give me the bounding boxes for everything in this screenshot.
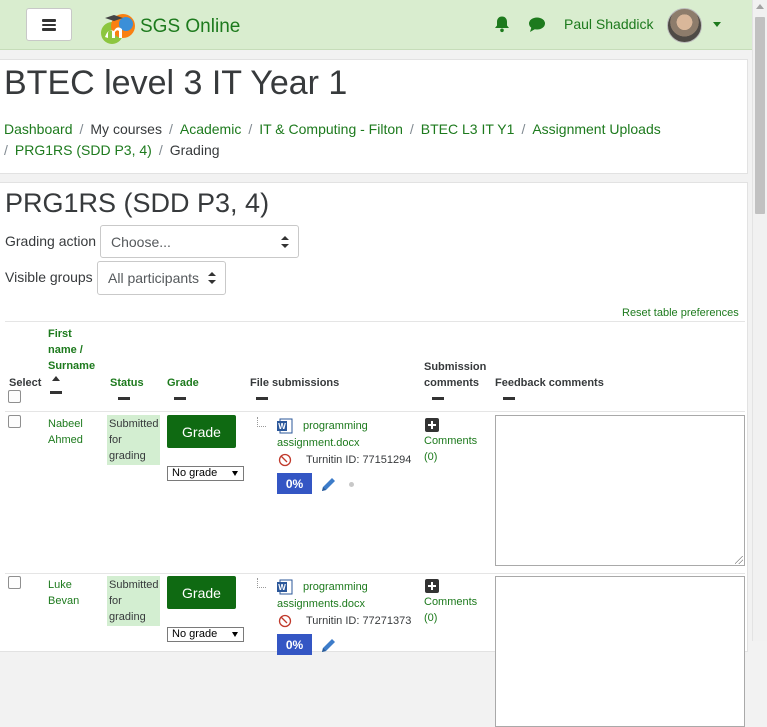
grade-select-value: No grade [172, 628, 218, 640]
status-header[interactable]: Status [110, 375, 144, 391]
student-last-name-link[interactable]: Ahmed [48, 432, 83, 448]
turnitin-icon [278, 453, 292, 467]
tree-connector [257, 417, 266, 427]
chat-icon[interactable] [528, 16, 546, 33]
status-badge: Submitted for grading [107, 415, 160, 465]
feedback-comments-header: Feedback comments [495, 377, 604, 389]
breadcrumb-it-computing[interactable]: IT & Computing - Filton [259, 121, 403, 137]
moodle-logo-icon[interactable] [100, 13, 136, 45]
file-submission-link[interactable]: programming assignment.docx [277, 418, 397, 452]
file-submission-link[interactable]: programming assignments.docx [277, 579, 397, 613]
page-title: PRG1RS (SDD P3, 4) [5, 188, 270, 218]
comments-link[interactable]: Comments (0) [424, 433, 484, 465]
similarity-score-button[interactable]: 0% [277, 634, 312, 655]
visible-groups-label: Visible groups [5, 269, 93, 285]
user-name[interactable]: Paul Shaddick [564, 16, 654, 32]
select-header: Select [9, 377, 42, 389]
select-arrows-icon [208, 272, 216, 284]
grade-select[interactable]: No grade [167, 466, 244, 481]
course-header: BTEC level 3 IT Year 1 Dashboard / My cour… [0, 59, 748, 174]
collapse-column-icon[interactable] [432, 397, 444, 400]
breadcrumb-dashboard[interactable]: Dashboard [4, 121, 73, 137]
bell-icon[interactable] [493, 15, 511, 33]
avatar[interactable] [667, 8, 702, 43]
visible-groups-select[interactable]: All participants [97, 261, 226, 295]
status-badge: Submitted for grading [107, 576, 160, 626]
collapse-column-icon[interactable] [50, 391, 62, 394]
tree-connector [257, 578, 266, 588]
grade-button[interactable]: Grade [167, 576, 236, 609]
feedback-comments-textarea[interactable] [495, 415, 745, 566]
pencil-icon[interactable] [320, 636, 338, 654]
grade-header[interactable]: Grade [167, 375, 199, 391]
visible-groups-value: All participants [108, 270, 200, 286]
breadcrumb-grading: Grading [169, 142, 220, 158]
dropdown-arrow-icon [232, 471, 238, 476]
grading-action-label: Grading action [5, 233, 97, 249]
status-dot-icon [349, 482, 354, 487]
turnitin-id: Turnitin ID: 77271373 [306, 615, 412, 627]
student-first-name-link[interactable]: Luke [48, 577, 72, 593]
menu-toggle-button[interactable] [26, 8, 72, 41]
scroll-up-arrow-icon[interactable] [756, 4, 764, 9]
add-comment-icon[interactable] [425, 579, 439, 593]
select-arrows-icon [281, 235, 289, 248]
grade-select[interactable]: No grade [167, 627, 244, 642]
hamburger-icon [42, 19, 56, 31]
collapse-column-icon[interactable] [256, 397, 268, 400]
grading-panel: PRG1RS (SDD P3, 4) Grading action Choose… [0, 182, 748, 727]
collapse-column-icon[interactable] [174, 397, 186, 400]
reset-table-preferences-link[interactable]: Reset table preferences [622, 307, 739, 319]
divider [5, 411, 745, 412]
divider [5, 321, 745, 322]
sort-ascending-icon [52, 376, 60, 381]
breadcrumb: Dashboard / My courses / Academic / IT & Compu… [4, 121, 661, 158]
submission-comments-header: Submission comments [424, 361, 487, 389]
dropdown-arrow-icon [232, 632, 238, 637]
scrollbar-thumb[interactable] [755, 17, 765, 214]
page-scrollbar[interactable] [752, 0, 767, 641]
grading-action-select[interactable]: Choose... [100, 225, 299, 258]
turnitin-id: Turnitin ID: 77151294 [306, 454, 412, 466]
comments-link[interactable]: Comments (0) [424, 594, 484, 626]
grading-action-value: Choose... [111, 233, 171, 250]
file-submissions-header: File submissions [250, 377, 340, 389]
course-title: BTEC level 3 IT Year 1 [4, 64, 348, 102]
collapse-column-icon[interactable] [503, 397, 515, 400]
site-name-link[interactable]: SGS Online [140, 16, 240, 38]
breadcrumb-my-courses: My courses [90, 121, 162, 137]
resize-handle-icon[interactable] [735, 556, 743, 564]
breadcrumb-assignment[interactable]: PRG1RS (SDD P3, 4) [15, 142, 152, 158]
chevron-down-icon[interactable] [713, 22, 721, 27]
similarity-score-button[interactable]: 0% [277, 473, 312, 494]
grade-select-value: No grade [172, 467, 218, 479]
breadcrumb-course[interactable]: BTEC L3 IT Y1 [421, 121, 515, 137]
name-sort-header[interactable]: First name / Surname [48, 326, 103, 374]
student-first-name-link[interactable]: Nabeel [48, 416, 83, 432]
grade-button[interactable]: Grade [167, 415, 236, 448]
breadcrumb-academic[interactable]: Academic [180, 121, 241, 137]
turnitin-icon [278, 614, 292, 628]
breadcrumb-assignment-uploads[interactable]: Assignment Uploads [532, 121, 660, 137]
divider [5, 573, 745, 574]
pencil-icon[interactable] [320, 475, 338, 493]
feedback-comments-textarea[interactable] [495, 576, 745, 727]
add-comment-icon[interactable] [425, 418, 439, 432]
student-last-name-link[interactable]: Bevan [48, 593, 79, 609]
top-navbar: SGS Online Paul Shaddick [0, 0, 752, 50]
row-select-checkbox[interactable] [8, 415, 21, 428]
row-select-checkbox[interactable] [8, 576, 21, 589]
collapse-column-icon[interactable] [118, 397, 130, 400]
select-all-checkbox[interactable] [8, 390, 21, 403]
